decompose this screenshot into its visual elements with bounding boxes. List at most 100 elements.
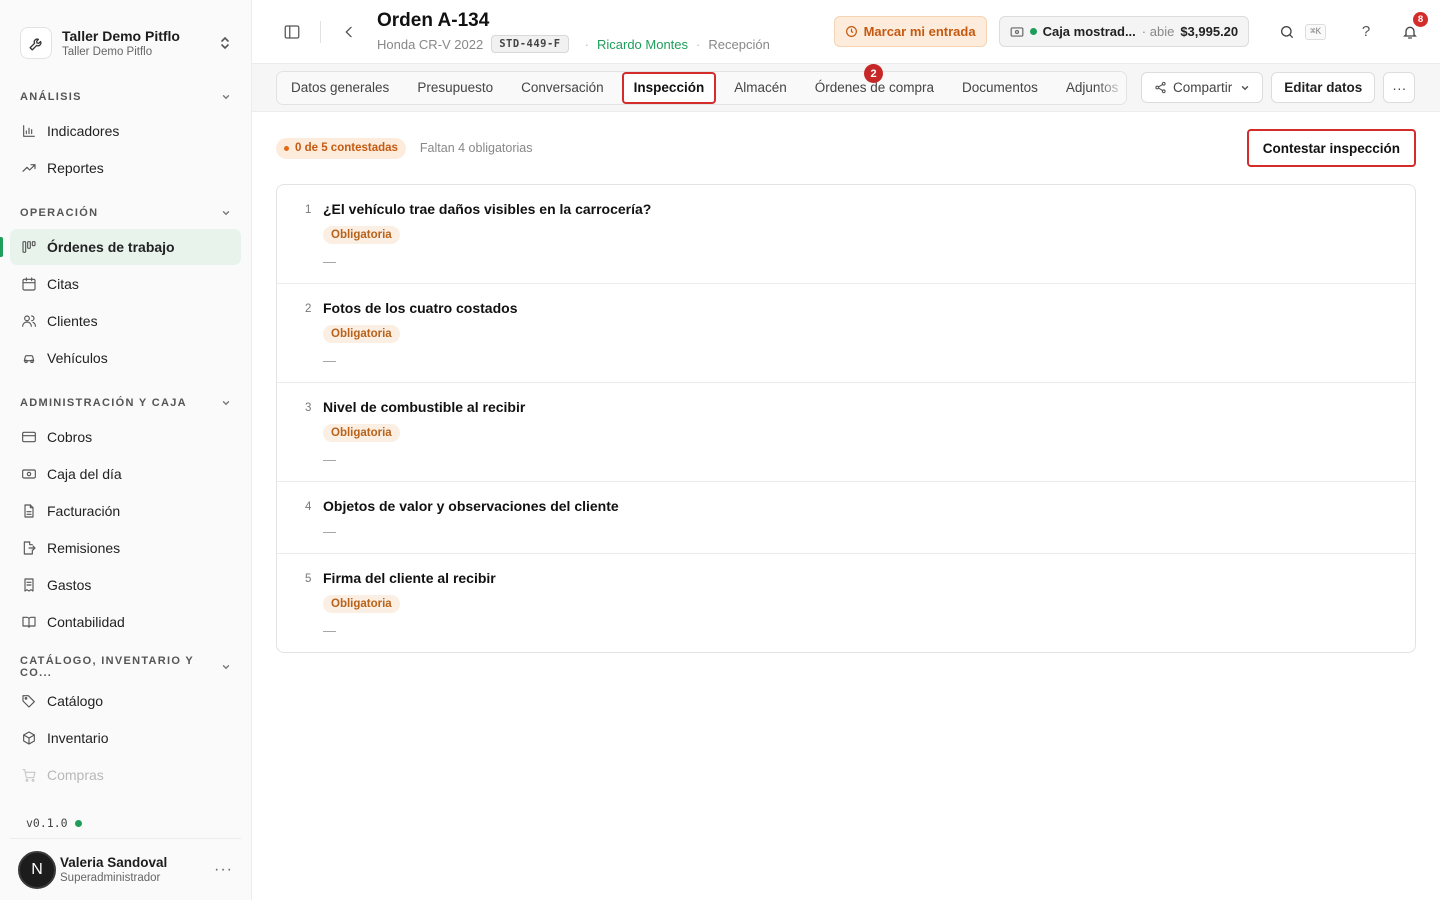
user-menu[interactable]: N Valeria Sandoval Superadministrador ··… <box>10 838 241 900</box>
stage-label: Recepción <box>708 36 770 52</box>
share-button[interactable]: Compartir <box>1141 72 1264 103</box>
question-answer-empty: — <box>323 353 336 368</box>
edit-data-button[interactable]: Editar datos <box>1271 72 1376 103</box>
sidebar-item-package[interactable]: Inventario <box>10 720 241 756</box>
sidebar-item-tags[interactable]: Catálogo <box>10 683 241 719</box>
question-title: Firma del cliente al recibir <box>323 570 496 586</box>
app-root: Taller Demo Pitflo Taller Demo Pitflo AN… <box>0 0 1440 900</box>
sidebar-item-label: Catálogo <box>47 693 104 709</box>
mark-entry-button[interactable]: Marcar mi entrada <box>833 16 987 47</box>
sidebar-item-cart[interactable]: Compras <box>10 757 241 793</box>
user-text: Valeria Sandoval Superadministrador <box>60 855 214 884</box>
user-name: Valeria Sandoval <box>60 855 168 870</box>
sidebar-item-label: Citas <box>47 276 79 292</box>
chevron-down-icon <box>221 92 231 102</box>
sidebar-item-label: Gastos <box>47 577 92 593</box>
missing-required-label: Faltan 4 obligatorias <box>419 141 533 155</box>
sidebar-item-calendar[interactable]: Citas <box>10 266 241 302</box>
tab-2[interactable]: Conversación <box>511 72 614 104</box>
sidebar-item-file-export[interactable]: Remisiones <box>10 530 241 566</box>
pending-dot-icon <box>284 145 289 151</box>
sidebar-toggle-icon[interactable] <box>278 18 306 46</box>
sidebar-item-file-text[interactable]: Facturación <box>10 493 241 529</box>
inspection-question: 1 ¿El vehículo trae daños visibles en la … <box>277 185 1415 284</box>
sidebar-item-trend-up[interactable]: Reportes <box>10 150 241 186</box>
status-dot-icon <box>1029 28 1037 35</box>
question-body: Fotos de los cuatro costados Obligatoria — <box>323 300 1415 368</box>
sidebar-item-label: Contabilidad <box>47 614 125 630</box>
tabs-overflow-fade <box>1096 71 1126 104</box>
required-badge: Obligatoria <box>323 595 400 613</box>
chevron-down-icon <box>221 398 231 408</box>
tab-4[interactable]: Almacén <box>724 72 797 104</box>
sidebar-nav: ANÁLISIS Indicadores Reportes OPERACIÓN Órde… <box>0 72 251 808</box>
tab-1[interactable]: Presupuesto <box>407 72 503 104</box>
inspection-question: 2 Fotos de los cuatro costados Obligatoria… <box>277 284 1415 383</box>
status-dot-icon <box>74 819 82 827</box>
sidebar-item-label: Inventario <box>47 730 109 746</box>
sidebar-item-receipt[interactable]: Gastos <box>10 567 241 603</box>
sidebar-item-banknote[interactable]: Caja del día <box>10 456 241 492</box>
question-answer-empty: — <box>323 623 336 638</box>
sidebar-item-label: Reportes <box>47 160 104 176</box>
sidebar-item-credit-card[interactable]: Cobros <box>10 419 241 455</box>
back-icon[interactable] <box>335 18 363 46</box>
sidebar-item-label: Cobros <box>47 429 93 445</box>
question-number: 2 <box>305 303 312 315</box>
question-number: 1 <box>305 204 312 216</box>
chevron-down-icon <box>221 208 231 218</box>
notifications-count: 8 <box>1413 11 1428 27</box>
car-icon <box>20 349 38 367</box>
sidebar-item-label: Facturación <box>47 503 121 519</box>
tab-3[interactable]: Inspección <box>621 71 717 104</box>
help-icon[interactable]: ? <box>1352 18 1380 46</box>
sidebar-section-header[interactable]: ANÁLISIS <box>0 82 251 112</box>
sidebar: Taller Demo Pitflo Taller Demo Pitflo AN… <box>0 0 252 900</box>
tags-icon <box>20 692 38 710</box>
tab-6[interactable]: Documentos <box>952 72 1048 104</box>
sidebar-section-header[interactable]: ADMINISTRACIÓN Y CAJA <box>0 388 251 418</box>
avatar: N <box>18 850 56 889</box>
question-number: 5 <box>305 573 312 585</box>
cash-register-button[interactable]: Caja mostrad... · abie $3,995.20 <box>998 16 1250 47</box>
inspection-content: 0 de 5 contestadas Faltan 4 obligatorias… <box>252 112 1440 653</box>
sidebar-section-header[interactable]: CATÁLOGO, INVENTARIO Y CO... <box>0 652 251 682</box>
customer-link[interactable]: Ricardo Montes <box>597 37 688 52</box>
sidebar-item-label: Remisiones <box>47 540 121 556</box>
workspace-switcher[interactable]: Taller Demo Pitflo Taller Demo Pitflo <box>0 0 251 72</box>
meta-separator: · <box>584 36 589 52</box>
cash-register-state: · abie <box>1141 24 1175 39</box>
banknote-icon <box>20 465 38 483</box>
tab-list: Datos generales Presupuesto Conversación In… <box>276 70 1127 105</box>
file-export-icon <box>20 539 38 557</box>
question-title: Nivel de combustible al recibir <box>323 399 526 415</box>
main-area: Orden A-134 Honda CR-V 2022 STD-449-F · … <box>252 0 1440 900</box>
required-badge: Obligatoria <box>323 325 400 343</box>
sidebar-item-kanban[interactable]: Órdenes de trabajo <box>0 229 241 265</box>
sidebar-item-book-open[interactable]: Contabilidad <box>10 604 241 640</box>
question-answer-empty: — <box>323 254 336 269</box>
required-badge: Obligatoria <box>323 226 400 244</box>
answered-count-badge: 0 de 5 contestadas <box>276 137 406 159</box>
cash-register-name: Caja mostrad... <box>1042 24 1136 39</box>
sidebar-item-label: Órdenes de trabajo <box>47 239 175 255</box>
cart-icon <box>20 766 38 784</box>
divider <box>320 20 321 43</box>
credit-card-icon <box>20 428 38 446</box>
bar-chart-icon <box>20 122 38 140</box>
sidebar-item-car[interactable]: Vehículos <box>10 340 241 376</box>
search-button[interactable] <box>1273 18 1301 46</box>
sidebar-item-bar-chart[interactable]: Indicadores <box>10 113 241 149</box>
more-horizontal-icon[interactable]: ··· <box>214 861 233 879</box>
sidebar-section-label: CATÁLOGO, INVENTARIO Y CO... <box>20 655 194 679</box>
sidebar-item-users[interactable]: Clientes <box>10 303 241 339</box>
sidebar-section-header[interactable]: OPERACIÓN <box>0 198 251 228</box>
question-number: 3 <box>305 402 312 414</box>
chevrons-updown-icon[interactable] <box>217 35 233 51</box>
tab-0[interactable]: Datos generales <box>281 72 399 104</box>
more-actions-button[interactable]: ··· <box>1383 72 1416 103</box>
share-label: Compartir <box>1173 80 1233 95</box>
answer-inspection-button[interactable]: Contestar inspección <box>1246 129 1416 167</box>
notifications-button[interactable]: 8 <box>1396 11 1428 46</box>
inspection-question: 3 Nivel de combustible al recibir Obligato… <box>277 383 1415 482</box>
